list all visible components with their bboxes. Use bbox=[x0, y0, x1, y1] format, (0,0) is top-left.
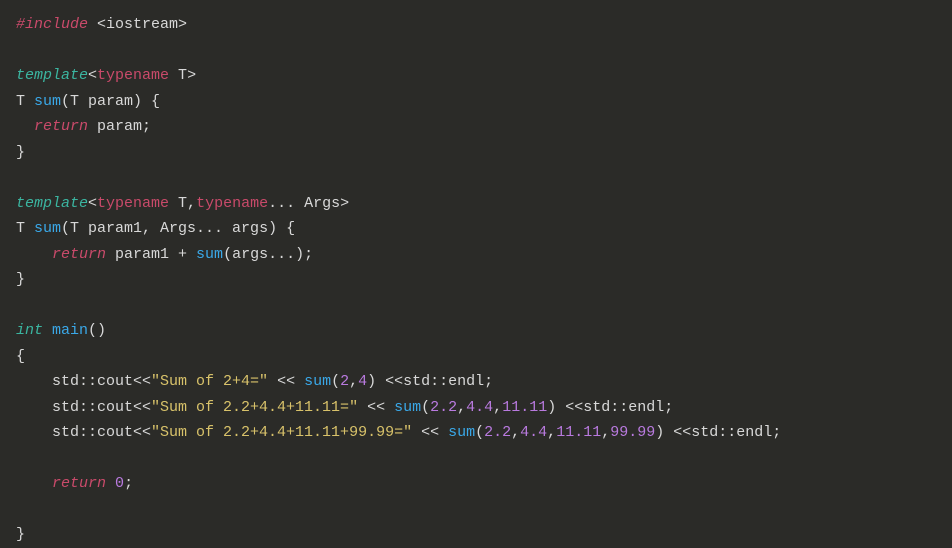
type-T: T, bbox=[169, 195, 196, 212]
num: 4.4 bbox=[520, 424, 547, 441]
parens: () bbox=[88, 322, 106, 339]
stmt: std::cout<< bbox=[16, 399, 151, 416]
comma: , bbox=[349, 373, 358, 390]
func-sum: sum bbox=[196, 246, 223, 263]
string-literal: "Sum of 2+4=" bbox=[151, 373, 268, 390]
num: 11.11 bbox=[556, 424, 601, 441]
stmt-end: ) <<std::endl; bbox=[655, 424, 781, 441]
code-block: #include <iostream> template<typename T>… bbox=[16, 12, 936, 548]
string-literal: "Sum of 2.2+4.4+11.11+99.99=" bbox=[151, 424, 412, 441]
kw-return: return bbox=[34, 118, 88, 135]
num: 2.2 bbox=[484, 424, 511, 441]
params: (T param1, Args... args) { bbox=[61, 220, 295, 237]
op: << bbox=[412, 424, 448, 441]
func-sum: sum bbox=[448, 424, 475, 441]
op: << bbox=[358, 399, 394, 416]
paren-open: ( bbox=[331, 373, 340, 390]
op: << bbox=[268, 373, 304, 390]
num: 4 bbox=[358, 373, 367, 390]
comma: , bbox=[547, 424, 556, 441]
call-args: (args...); bbox=[223, 246, 313, 263]
comma: , bbox=[493, 399, 502, 416]
func-sum: sum bbox=[34, 220, 61, 237]
angle-open: < bbox=[88, 195, 97, 212]
kw-int: int bbox=[16, 322, 43, 339]
ret-param: param; bbox=[88, 118, 151, 135]
params: (T param) { bbox=[61, 93, 160, 110]
func-sum: sum bbox=[34, 93, 61, 110]
angle-close: > bbox=[187, 67, 196, 84]
type-T: T bbox=[169, 67, 187, 84]
kw-template: template bbox=[16, 195, 88, 212]
header-iostream: <iostream> bbox=[97, 16, 187, 33]
stmt: std::cout<< bbox=[16, 424, 151, 441]
num: 4.4 bbox=[466, 399, 493, 416]
comma: , bbox=[511, 424, 520, 441]
stmt-end: ) <<std::endl; bbox=[547, 399, 673, 416]
comma: , bbox=[601, 424, 610, 441]
kw-return: return bbox=[52, 475, 106, 492]
string-literal: "Sum of 2.2+4.4+11.11=" bbox=[151, 399, 358, 416]
func-sum: sum bbox=[394, 399, 421, 416]
num: 2 bbox=[340, 373, 349, 390]
num: 99.99 bbox=[610, 424, 655, 441]
brace-close: } bbox=[16, 144, 25, 161]
ret-T: T bbox=[16, 220, 34, 237]
semicolon: ; bbox=[124, 475, 133, 492]
func-sum: sum bbox=[304, 373, 331, 390]
type-Args: ... Args bbox=[268, 195, 340, 212]
comma: , bbox=[457, 399, 466, 416]
kw-return: return bbox=[52, 246, 106, 263]
kw-template: template bbox=[16, 67, 88, 84]
preproc-include: #include bbox=[16, 16, 88, 33]
kw-typename: typename bbox=[196, 195, 268, 212]
brace-close: } bbox=[16, 271, 25, 288]
stmt: std::cout<< bbox=[16, 373, 151, 390]
paren-open: ( bbox=[475, 424, 484, 441]
expr: param1 + bbox=[106, 246, 196, 263]
num: 2.2 bbox=[430, 399, 457, 416]
stmt-end: ) <<std::endl; bbox=[367, 373, 493, 390]
brace-close: } bbox=[16, 526, 25, 543]
num-zero: 0 bbox=[115, 475, 124, 492]
angle-open: < bbox=[88, 67, 97, 84]
brace-open: { bbox=[16, 348, 25, 365]
sp bbox=[106, 475, 115, 492]
angle-close: > bbox=[340, 195, 349, 212]
kw-typename: typename bbox=[97, 195, 169, 212]
num: 11.11 bbox=[502, 399, 547, 416]
ret-T: T bbox=[16, 93, 34, 110]
kw-typename: typename bbox=[97, 67, 169, 84]
paren-open: ( bbox=[421, 399, 430, 416]
func-main: main bbox=[43, 322, 88, 339]
